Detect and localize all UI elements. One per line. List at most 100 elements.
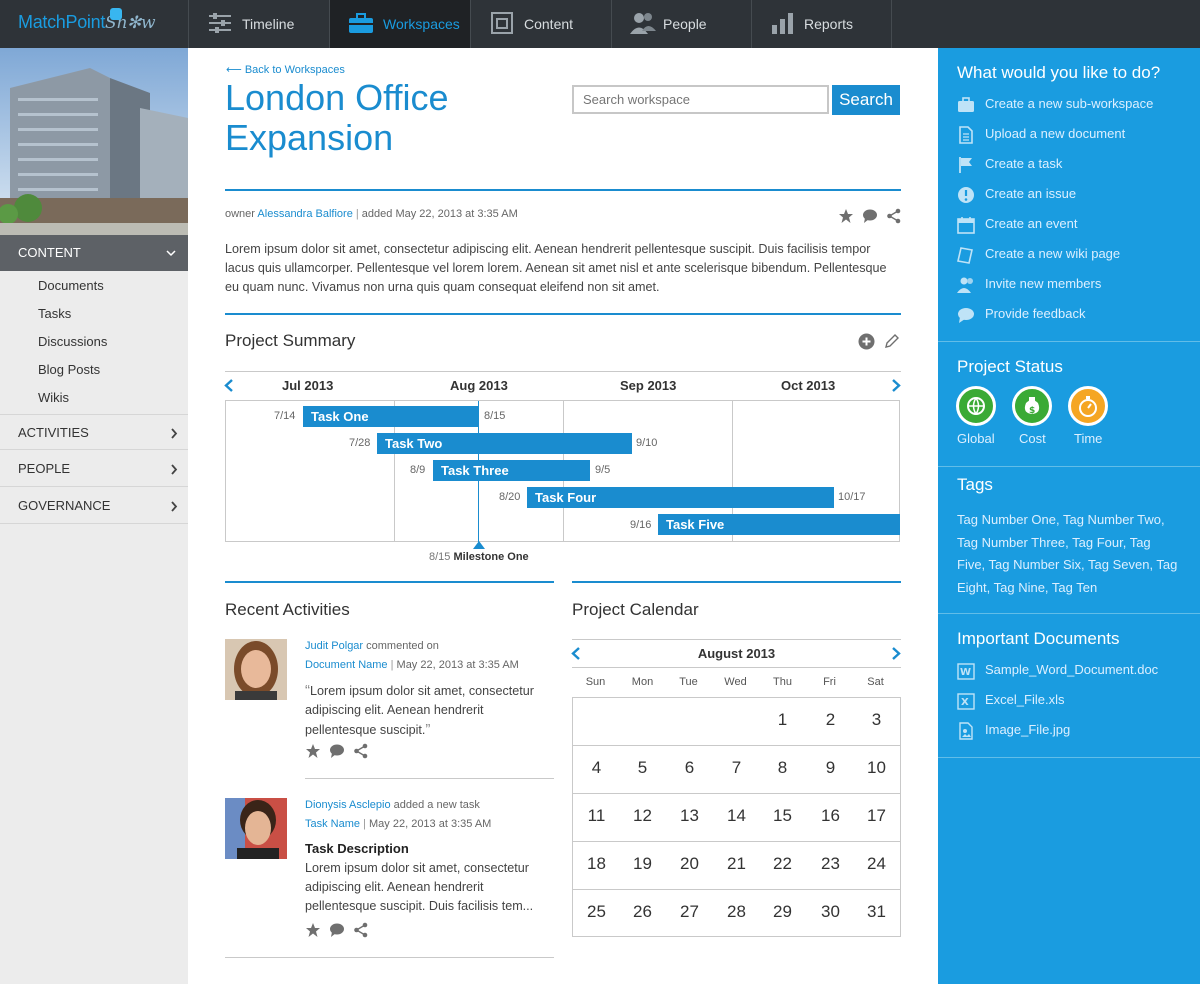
comment-icon[interactable] — [329, 743, 345, 759]
document-link-word[interactable]: W Sample_Word_Document.doc — [957, 661, 1158, 680]
search-button[interactable]: Search — [832, 85, 900, 115]
calendar-day[interactable]: 23 — [807, 854, 854, 874]
nav-tab-content[interactable]: Content — [470, 0, 611, 48]
avatar[interactable] — [225, 798, 287, 859]
gantt-bar-task-two[interactable]: Task Two — [377, 433, 632, 454]
gantt-bar-task-one[interactable]: Task One — [303, 406, 479, 427]
calendar-day[interactable]: 12 — [619, 806, 666, 826]
divider — [938, 757, 1200, 758]
chevron-right-icon[interactable] — [891, 379, 901, 392]
timeline-month-label: Aug 2013 — [450, 378, 508, 393]
calendar-day[interactable]: 18 — [573, 854, 620, 874]
calendar-day[interactable]: 25 — [573, 902, 620, 922]
calendar-day[interactable]: 14 — [713, 806, 760, 826]
action-invite-members[interactable]: Invite new members — [957, 275, 1101, 293]
share-icon[interactable] — [886, 208, 902, 224]
sidebar-item-blog-posts[interactable]: Blog Posts — [38, 362, 100, 377]
star-icon[interactable] — [838, 208, 854, 224]
sidebar-section-content[interactable]: CONTENT — [0, 235, 188, 271]
action-create-event[interactable]: Create an event — [957, 215, 1078, 234]
avatar[interactable] — [225, 639, 287, 700]
status-global-indicator[interactable] — [956, 386, 996, 426]
sidebar-item-tasks[interactable]: Tasks — [38, 306, 71, 321]
calendar-day[interactable]: 4 — [573, 758, 620, 778]
calendar-day[interactable]: 22 — [759, 854, 806, 874]
project-summary-title: Project Summary — [225, 331, 356, 350]
svg-text:W: W — [960, 667, 971, 678]
calendar-day[interactable]: 3 — [853, 710, 900, 730]
activity-target-link[interactable]: Document Name — [305, 659, 388, 671]
document-link-image[interactable]: Image_File.jpg — [957, 721, 1070, 740]
status-time-indicator[interactable] — [1068, 386, 1108, 426]
share-icon[interactable] — [353, 922, 369, 938]
calendar-day[interactable]: 31 — [853, 902, 900, 922]
calendar-day[interactable]: 24 — [853, 854, 900, 874]
gantt-bar-task-four[interactable]: Task Four — [527, 487, 834, 508]
sidebar-item-wikis[interactable]: Wikis — [38, 390, 69, 405]
calendar-day[interactable]: 2 — [807, 710, 854, 730]
money-bag-icon: $ — [1024, 397, 1040, 416]
action-upload-document[interactable]: Upload a new document — [957, 125, 1125, 144]
document-link-excel[interactable]: X Excel_File.xls — [957, 691, 1064, 710]
activity-target-link[interactable]: Task Name — [305, 818, 360, 830]
calendar-day[interactable]: 13 — [666, 806, 713, 826]
calendar-day[interactable]: 7 — [713, 758, 760, 778]
calendar-day[interactable]: 9 — [807, 758, 854, 778]
calendar-day[interactable]: 19 — [619, 854, 666, 874]
calendar-day[interactable]: 30 — [807, 902, 854, 922]
action-provide-feedback[interactable]: Provide feedback — [957, 305, 1085, 323]
calendar-day[interactable]: 10 — [853, 758, 900, 778]
calendar-day[interactable]: 21 — [713, 854, 760, 874]
calendar-day[interactable]: 11 — [573, 806, 620, 826]
gantt-bar-task-five[interactable]: Task Five — [658, 514, 900, 535]
calendar-day[interactable]: 28 — [713, 902, 760, 922]
chevron-right-icon[interactable] — [891, 647, 901, 660]
action-create-sub-workspace[interactable]: Create a new sub-workspace — [957, 95, 1153, 113]
sidebar-section-people[interactable]: PEOPLE — [0, 451, 188, 487]
gantt-bar-task-three[interactable]: Task Three — [433, 460, 590, 481]
divider — [225, 189, 901, 191]
status-cost-indicator[interactable]: $ — [1012, 386, 1052, 426]
sidebar-section-governance[interactable]: GOVERNANCE — [0, 488, 188, 524]
calendar-day[interactable]: 8 — [759, 758, 806, 778]
calendar-day[interactable]: 6 — [666, 758, 713, 778]
calendar-day[interactable]: 1 — [759, 710, 806, 730]
calendar-day[interactable]: 20 — [666, 854, 713, 874]
comment-icon[interactable] — [862, 208, 878, 224]
comment-icon[interactable] — [329, 922, 345, 938]
activity-user-link[interactable]: Dionysis Asclepio — [305, 799, 391, 811]
action-create-issue[interactable]: Create an issue — [957, 185, 1076, 203]
divider — [225, 957, 554, 958]
calendar-row-divider — [573, 745, 900, 746]
nav-tab-timeline[interactable]: Timeline — [188, 0, 329, 48]
owner-link[interactable]: Alessandra Balfiore — [257, 208, 352, 220]
added-date: added May 22, 2013 at 3:35 AM — [361, 208, 518, 220]
calendar-day[interactable]: 16 — [807, 806, 854, 826]
nav-tab-reports[interactable]: Reports — [751, 0, 892, 48]
star-icon[interactable] — [305, 922, 321, 938]
calendar-day[interactable]: 27 — [666, 902, 713, 922]
sidebar-item-discussions[interactable]: Discussions — [38, 334, 107, 349]
tags-list[interactable]: Tag Number One, Tag Number Two, Tag Numb… — [957, 509, 1182, 599]
activity-user-link[interactable]: Judit Polgar — [305, 640, 363, 652]
action-label: Create a new wiki page — [985, 246, 1121, 261]
sidebar-section-activities[interactable]: ACTIVITIES — [0, 414, 188, 450]
share-icon[interactable] — [353, 743, 369, 759]
nav-tab-workspaces[interactable]: Workspaces — [329, 0, 470, 48]
search-input[interactable] — [572, 85, 829, 114]
action-create-wiki-page[interactable]: Create a new wiki page — [957, 245, 1121, 264]
chevron-left-icon[interactable] — [224, 379, 234, 392]
calendar-day[interactable]: 15 — [759, 806, 806, 826]
sidebar-item-documents[interactable]: Documents — [38, 278, 104, 293]
star-icon[interactable] — [305, 743, 321, 759]
back-link[interactable]: ⟵ Back to Workspaces — [226, 63, 345, 76]
calendar-day[interactable]: 5 — [619, 758, 666, 778]
brand-logo[interactable]: MatchPointSn✻w — [18, 8, 156, 33]
calendar-day[interactable]: 17 — [853, 806, 900, 826]
add-circle-icon[interactable] — [858, 333, 875, 350]
nav-tab-people[interactable]: People — [611, 0, 751, 48]
edit-pencil-icon[interactable] — [883, 333, 900, 350]
action-create-task[interactable]: Create a task — [957, 155, 1062, 173]
calendar-day[interactable]: 29 — [759, 902, 806, 922]
calendar-day[interactable]: 26 — [619, 902, 666, 922]
